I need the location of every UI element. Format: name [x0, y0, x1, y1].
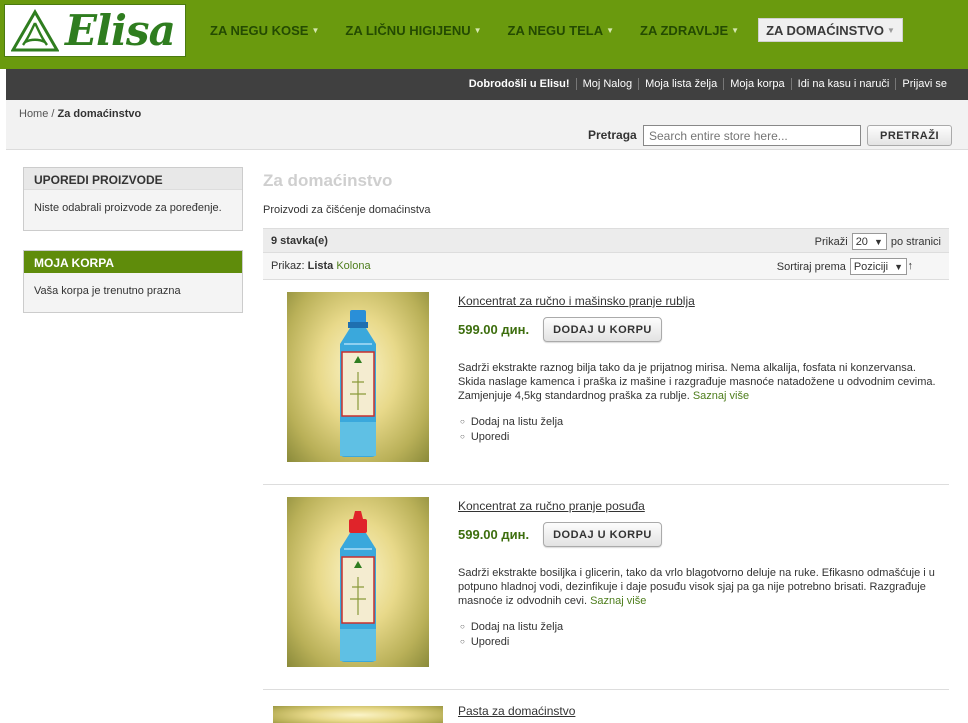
- view-mode-grid[interactable]: Kolona: [336, 260, 370, 272]
- breadcrumb-current: Za domaćinstvo: [57, 108, 142, 120]
- item-count: 9 stavka(e): [271, 235, 328, 247]
- add-to-wishlist-link[interactable]: Dodaj na listu želja: [460, 620, 563, 635]
- add-to-compare-link[interactable]: Uporedi: [460, 430, 563, 445]
- my-cart-block: MOJA KORPA Vaša korpa je trenutno prazna: [23, 250, 243, 313]
- product-item: Koncentrat za ručno pranje posuđa 599.00…: [263, 485, 949, 690]
- chevron-down-icon: ▼: [894, 261, 903, 272]
- breadcrumb: Home / Za domaćinstvo: [19, 108, 141, 120]
- sort-label: Sortiraj prema: [776, 260, 846, 273]
- add-to-wishlist-link[interactable]: Dodaj na listu želja: [460, 415, 563, 430]
- compare-products-block: UPOREDI PROIZVODE Niste odabrali proizvo…: [23, 167, 243, 231]
- nav-label: ZA NEGU TELA: [507, 22, 604, 38]
- logo-triangle-icon: [11, 8, 59, 51]
- top-header: Elisa ZA NEGU KOSE ▼ ZA LIČNU HIGIJENU ▼ Z…: [0, 0, 968, 69]
- cart-block-text: Vaša korpa je trenutno prazna: [34, 285, 181, 297]
- product-item: Pasta za domaćinstvo: [263, 690, 949, 723]
- elisa-logo[interactable]: Elisa: [4, 4, 186, 57]
- product-description: Sadrži ekstrakte bosiljka i glicerin, ta…: [458, 566, 938, 608]
- product-actions: Dodaj na listu želja Uporedi: [460, 415, 563, 445]
- bottle-icon: [340, 511, 376, 662]
- chevron-down-icon: ▼: [887, 25, 895, 35]
- page-title: Za domaćinstvo: [263, 171, 393, 190]
- product-actions: Dodaj na listu želja Uporedi: [460, 620, 563, 650]
- bottle-icon: [340, 310, 376, 457]
- nav-item-health[interactable]: ZA ZDRAVLJE ▼: [633, 18, 746, 42]
- product-description-text: Sadrži ekstrakte bosiljka i glicerin, ta…: [458, 567, 935, 607]
- limit-select[interactable]: 20 ▼: [851, 233, 887, 250]
- search-label: Pretraga: [588, 128, 637, 142]
- nav-item-body-care[interactable]: ZA NEGU TELA ▼: [501, 18, 622, 42]
- wishlist-link[interactable]: Moja lista želja: [638, 78, 723, 90]
- product-name-link[interactable]: Koncentrat za ručno i mašinsko pranje ru…: [458, 294, 695, 308]
- chevron-down-icon: ▼: [473, 25, 482, 35]
- logo-text: Elisa: [65, 5, 176, 55]
- sort-value: Poziciji: [853, 260, 889, 273]
- account-links: Dobrodošli u Elisu! Moj Nalog Moja lista…: [463, 78, 953, 90]
- product-item: Koncentrat za ručno i mašinsko pranje ru…: [263, 280, 949, 485]
- product-description: Sadrži ekstrakte raznog bilja tako da je…: [458, 361, 938, 403]
- sort-direction-icon[interactable]: ↑: [908, 260, 914, 272]
- view-mode: Prikaz: Lista Kolona: [271, 260, 371, 272]
- chevron-down-icon: ▼: [311, 25, 320, 35]
- nav-label: ZA NEGU KOSE: [210, 22, 309, 38]
- chevron-down-icon: ▼: [731, 25, 740, 35]
- limiter: Prikaži 20 ▼ po stranici: [815, 233, 941, 250]
- welcome-message: Dobrodošli u Elisu!: [468, 78, 570, 90]
- breadcrumb-search-bar: Home / Za domaćinstvo Pretraga PRETRAŽI: [6, 100, 968, 150]
- read-more-link[interactable]: Saznaj više: [590, 595, 646, 607]
- show-label: Prikaži: [814, 235, 848, 248]
- nav-item-household[interactable]: ZA DOMAĆINSTVO ▼: [758, 18, 903, 42]
- limit-value: 20: [855, 235, 868, 248]
- checkout-link[interactable]: Idi na kasu i naruči: [790, 78, 896, 90]
- nav-item-personal-hygiene[interactable]: ZA LIČNU HIGIJENU ▼: [338, 18, 488, 42]
- product-image[interactable]: [287, 292, 429, 462]
- product-name-link[interactable]: Pasta za domaćinstvo: [458, 704, 575, 718]
- toolbar-sorter: Prikaz: Lista Kolona Sortiraj prema Pozici…: [263, 253, 949, 280]
- category-description: Proizvodi za čišćenje domaćinstva: [263, 204, 431, 216]
- add-to-cart-button[interactable]: DODAJ U KORPU: [543, 317, 662, 342]
- nav-item-hair-care[interactable]: ZA NEGU KOSE ▼: [203, 18, 326, 42]
- breadcrumb-separator: /: [48, 108, 58, 120]
- toolbar-pager: 9 stavka(e) Prikaži 20 ▼ po stranici: [263, 228, 949, 253]
- view-mode-label: Prikaz:: [271, 260, 305, 272]
- compare-block-title: UPOREDI PROIZVODE: [24, 168, 242, 190]
- add-to-compare-link[interactable]: Uporedi: [460, 635, 563, 650]
- product-price: 599.00 дин.: [458, 322, 530, 337]
- account-bar: Dobrodošli u Elisu! Moj Nalog Moja lista…: [6, 69, 968, 100]
- chevron-down-icon: ▼: [606, 25, 615, 35]
- compare-block-text: Niste odabrali proizvode za poređenje.: [34, 202, 222, 214]
- nav-label: ZA ZDRAVLJE: [640, 22, 729, 38]
- breadcrumb-home[interactable]: Home: [19, 108, 48, 120]
- read-more-link[interactable]: Saznaj više: [693, 390, 749, 402]
- sort-by: Sortiraj prema Poziciji ▼: [777, 258, 907, 275]
- product-image[interactable]: [273, 706, 443, 723]
- search-input[interactable]: [643, 125, 861, 146]
- cart-block-title: MOJA KORPA: [24, 251, 242, 273]
- nav-label: ZA DOMAĆINSTVO: [766, 22, 885, 38]
- chevron-down-icon: ▼: [873, 236, 883, 247]
- product-name-link[interactable]: Koncentrat za ručno pranje posuđa: [458, 499, 645, 513]
- login-link[interactable]: Prijavi se: [895, 78, 953, 90]
- my-account-link[interactable]: Moj Nalog: [575, 78, 639, 90]
- per-page-label: po stranici: [890, 235, 941, 248]
- sort-select[interactable]: Poziciji ▼: [849, 258, 907, 275]
- search-button[interactable]: PRETRAŽI: [867, 125, 952, 146]
- add-to-cart-button[interactable]: DODAJ U KORPU: [543, 522, 662, 547]
- my-cart-link[interactable]: Moja korpa: [723, 78, 790, 90]
- main-nav: ZA NEGU KOSE ▼ ZA LIČNU HIGIJENU ▼ ZA NEGU…: [203, 18, 915, 42]
- product-price: 599.00 дин.: [458, 527, 530, 542]
- nav-label: ZA LIČNU HIGIJENU: [345, 22, 471, 38]
- view-mode-list: Lista: [307, 260, 334, 272]
- product-image[interactable]: [287, 497, 429, 667]
